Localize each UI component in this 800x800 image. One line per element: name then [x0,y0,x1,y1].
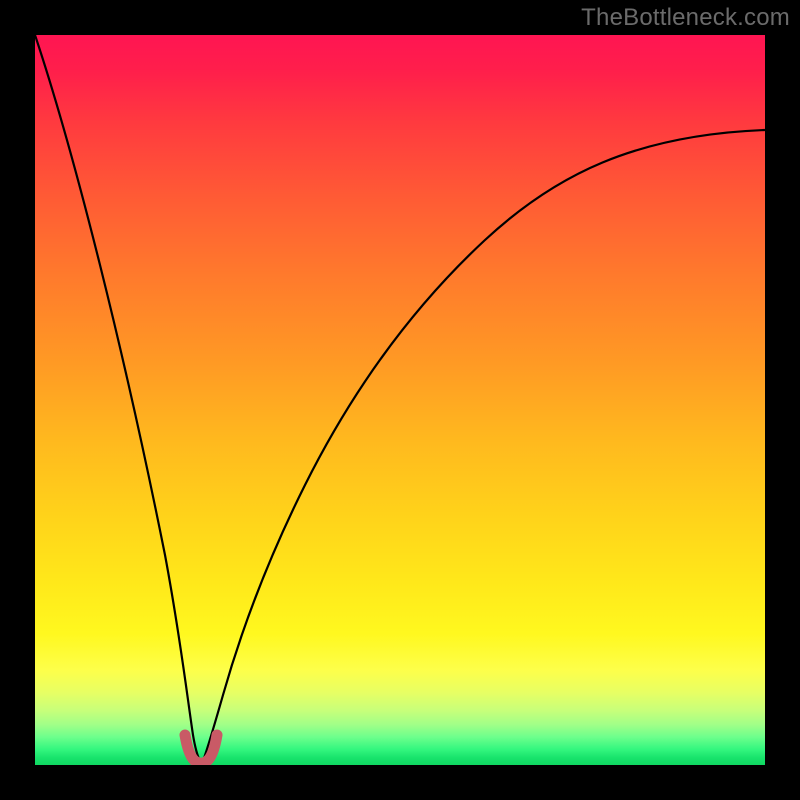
minimum-marker-icon [185,735,217,763]
bottleneck-curve [35,35,765,765]
chart-frame: TheBottleneck.com [0,0,800,800]
plot-area [35,35,765,765]
watermark-text: TheBottleneck.com [581,4,790,32]
curve-path [35,35,765,763]
